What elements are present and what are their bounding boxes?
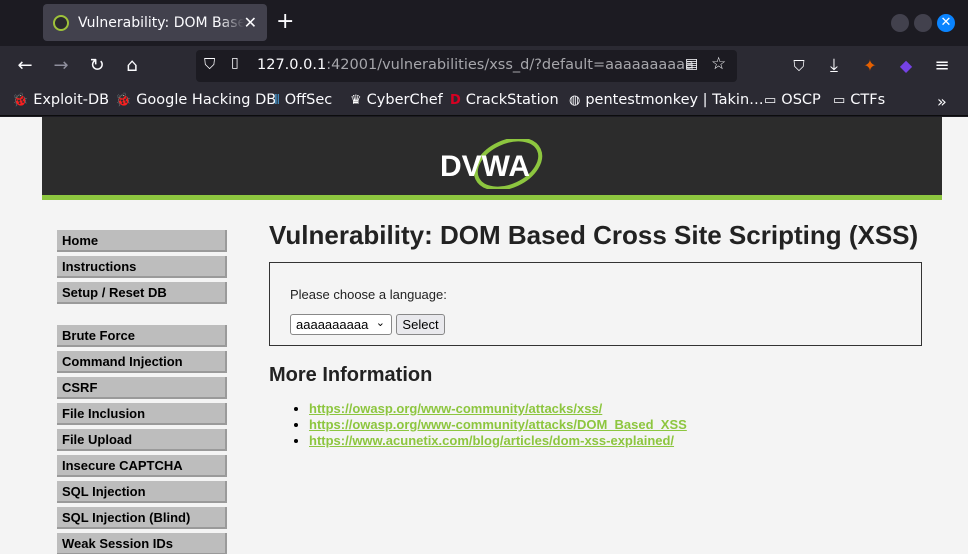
bookmark-label: pentestmonkey | Takin… (585, 92, 764, 108)
url-text[interactable]: 127.0.0.1:42001/vulnerabilities/xss_d/?d… (257, 57, 694, 73)
menu-item-sql-injection-blind[interactable]: SQL Injection (Blind) (57, 507, 227, 529)
bookmarks-toolbar: 🐞 Exploit-DB 🐞 Google Hacking DB ⦀ OffSec ♛… (0, 86, 968, 116)
menu-hamburger-icon[interactable]: ≡ (930, 54, 954, 78)
select-button[interactable]: Select (396, 314, 445, 335)
owasp-dom-xss-link[interactable]: https://owasp.org/www-community/attacks/… (309, 417, 687, 432)
dvwa-container: DVWA Home Instructions Setup / Reset DB … (42, 117, 942, 554)
acunetix-dom-xss-link[interactable]: https://www.acunetix.com/blog/articles/d… (309, 433, 674, 448)
reload-icon[interactable]: ↻ (85, 54, 109, 78)
dvwa-logo: DVWA (440, 139, 543, 189)
bookmark-crackstation[interactable]: D CrackStation (450, 92, 559, 108)
language-select[interactable]: aaaaaaaaaa ⌄ (290, 314, 392, 335)
bug-icon: 🐞 (12, 92, 29, 108)
crackstation-icon: D (450, 92, 461, 108)
menu-item-weak-session-ids[interactable]: Weak Session IDs (57, 533, 227, 554)
navigation-toolbar: ← → ↻ ⌂ ⛉ ▯ 127.0.0.1:42001/vulnerabilit… (0, 46, 968, 86)
menu-spacer (57, 308, 227, 325)
bookmark-exploit-db[interactable]: 🐞 Exploit-DB (12, 92, 109, 108)
home-icon[interactable]: ⌂ (120, 54, 144, 78)
more-info-list: https://owasp.org/www-community/attacks/… (269, 401, 929, 449)
downloads-icon[interactable]: ⤓ (822, 54, 846, 78)
language-form-box: Please choose a language: aaaaaaaaaa ⌄ Se… (269, 262, 922, 346)
tab-title: Vulnerability: DOM Based Cross Site Scri… (78, 14, 244, 31)
logo-text: DVWA (440, 150, 530, 183)
bookmark-label: OSCP (781, 92, 821, 108)
shield-icon[interactable]: ⛉ (204, 55, 215, 73)
bookmark-label: CyberChef (366, 92, 443, 108)
chef-icon: ♛ (350, 92, 362, 108)
dvwa-header: DVWA (42, 117, 942, 200)
forward-icon[interactable]: → (49, 54, 73, 78)
menu-item-file-upload[interactable]: File Upload (57, 429, 227, 451)
dvwa-favicon-icon (53, 14, 69, 31)
extension-diamond-icon[interactable]: ◆ (894, 54, 918, 78)
url-host: 127.0.0.1 (257, 57, 327, 73)
bookmark-folder-ctfs[interactable]: ▭ CTFs (833, 92, 885, 108)
menu-item-setup-reset-db[interactable]: Setup / Reset DB (57, 282, 227, 304)
close-window-icon[interactable]: ✕ (937, 14, 955, 32)
menu-item-home[interactable]: Home (57, 230, 227, 252)
close-tab-icon[interactable]: ✕ (244, 13, 257, 32)
menu-item-command-injection[interactable]: Command Injection (57, 351, 227, 373)
page-viewport: DVWA Home Instructions Setup / Reset DB … (0, 117, 968, 554)
back-icon[interactable]: ← (13, 54, 37, 78)
main-content: Vulnerability: DOM Based Cross Site Scri… (269, 215, 929, 449)
bookmark-label: CrackStation (465, 92, 559, 108)
list-item: https://owasp.org/www-community/attacks/… (309, 401, 929, 417)
menu-item-instructions[interactable]: Instructions (57, 256, 227, 278)
globe-icon: ◍ (569, 92, 581, 108)
menu-item-file-inclusion[interactable]: File Inclusion (57, 403, 227, 425)
page-title: Vulnerability: DOM Based Cross Site Scri… (269, 220, 919, 250)
bookmark-label: CTFs (850, 92, 886, 108)
bookmark-cyberchef[interactable]: ♛ CyberChef (350, 92, 443, 108)
browser-titlebar: Vulnerability: DOM Based Cross Site Scri… (0, 0, 968, 46)
browser-tab[interactable]: Vulnerability: DOM Based Cross Site Scri… (43, 4, 267, 41)
new-tab-icon[interactable]: + (276, 9, 294, 35)
reader-view-icon[interactable]: ▤ (685, 56, 698, 72)
sidebar-menu: Home Instructions Setup / Reset DB Brute… (57, 230, 227, 554)
more-info-heading: More Information (269, 364, 433, 386)
offsec-icon: ⦀ (274, 92, 280, 108)
chevron-down-icon: ⌄ (375, 317, 385, 329)
extension-fox-icon[interactable]: ✦ (858, 54, 882, 78)
menu-item-insecure-captcha[interactable]: Insecure CAPTCHA (57, 455, 227, 477)
url-path: :42001/vulnerabilities/xss_d/?default=aa… (326, 57, 694, 73)
select-value: aaaaaaaaaa (296, 317, 369, 332)
bookmark-label: OffSec (284, 92, 333, 108)
minimize-window-icon[interactable] (891, 14, 909, 32)
menu-item-sql-injection[interactable]: SQL Injection (57, 481, 227, 503)
bookmark-pentestmonkey[interactable]: ◍ pentestmonkey | Takin… (569, 92, 764, 108)
bookmark-google-hacking-db[interactable]: 🐞 Google Hacking DB (115, 92, 276, 108)
url-bar[interactable]: ⛉ ▯ 127.0.0.1:42001/vulnerabilities/xss_… (196, 50, 737, 82)
maximize-window-icon[interactable] (914, 14, 932, 32)
bookmark-label: Google Hacking DB (136, 92, 277, 108)
bookmark-folder-oscp[interactable]: ▭ OSCP (764, 92, 821, 108)
bookmark-label: Exploit-DB (33, 92, 110, 108)
menu-item-csrf[interactable]: CSRF (57, 377, 227, 399)
page-info-icon[interactable]: ▯ (231, 55, 239, 71)
folder-icon: ▭ (764, 92, 777, 108)
bug-icon: 🐞 (115, 92, 132, 108)
list-item: https://owasp.org/www-community/attacks/… (309, 417, 929, 433)
folder-icon: ▭ (833, 92, 846, 108)
menu-item-brute-force[interactable]: Brute Force (57, 325, 227, 347)
bookmark-offsec[interactable]: ⦀ OffSec (274, 92, 332, 108)
pocket-icon[interactable]: ⛉ (787, 54, 811, 78)
bookmarks-overflow-icon[interactable]: » (937, 92, 947, 111)
owasp-xss-link[interactable]: https://owasp.org/www-community/attacks/… (309, 401, 602, 416)
bookmark-star-icon[interactable]: ☆ (711, 54, 726, 74)
language-prompt: Please choose a language: (290, 287, 447, 302)
list-item: https://www.acunetix.com/blog/articles/d… (309, 433, 929, 449)
